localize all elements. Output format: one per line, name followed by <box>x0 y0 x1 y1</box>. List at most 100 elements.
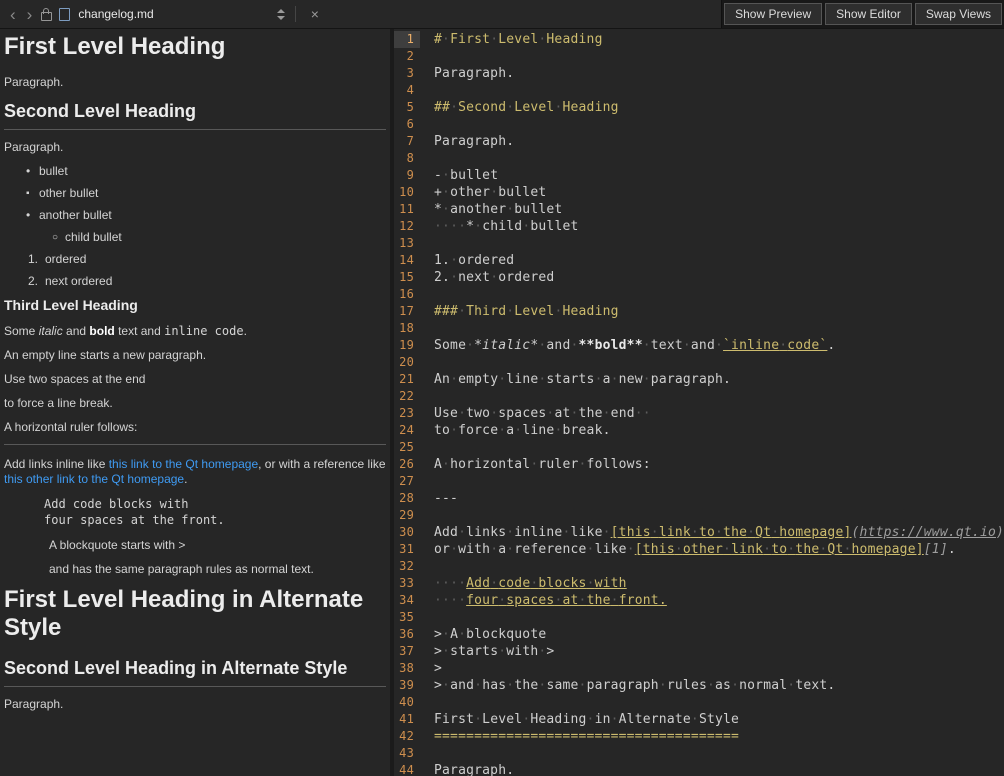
editor-line[interactable]: 2 <box>394 48 1004 65</box>
editor-line[interactable]: 13 <box>394 235 1004 252</box>
editor-line[interactable]: 32 <box>394 558 1004 575</box>
editor-line[interactable]: 27 <box>394 473 1004 490</box>
line-number[interactable]: 17 <box>394 303 420 320</box>
editor-line[interactable]: 4 <box>394 82 1004 99</box>
editor-line[interactable]: 152.·next·ordered <box>394 269 1004 286</box>
line-number[interactable]: 23 <box>394 405 420 422</box>
line-number[interactable]: 10 <box>394 184 420 201</box>
show-editor-button[interactable]: Show Editor <box>825 3 912 25</box>
line-number[interactable]: 2 <box>394 48 420 65</box>
line-number[interactable]: 8 <box>394 150 420 167</box>
editor-line[interactable]: 33····Add·code·blocks·with <box>394 575 1004 592</box>
editor-line[interactable]: 42====================================== <box>394 728 1004 745</box>
line-number[interactable]: 5 <box>394 99 420 116</box>
line-number[interactable]: 42 <box>394 728 420 745</box>
line-number[interactable]: 30 <box>394 524 420 541</box>
editor-line[interactable]: 23Use·two·spaces·at·the·end·· <box>394 405 1004 422</box>
editor-line[interactable]: 29 <box>394 507 1004 524</box>
qt-homepage-link[interactable]: this other link to the Qt homepage <box>4 472 184 486</box>
line-number[interactable]: 15 <box>394 269 420 286</box>
line-number[interactable]: 31 <box>394 541 420 558</box>
editor-line[interactable]: 8 <box>394 150 1004 167</box>
editor-line[interactable]: 11*·another·bullet <box>394 201 1004 218</box>
editor-line[interactable]: 26A·horizontal·ruler·follows: <box>394 456 1004 473</box>
line-number[interactable]: 16 <box>394 286 420 303</box>
markdown-editor-pane[interactable]: 1#·First·Level·Heading23Paragraph.45##·S… <box>394 29 1004 776</box>
editor-line[interactable]: 19Some·*italic*·and·**bold**·text·and·`i… <box>394 337 1004 354</box>
editor-line[interactable]: 25 <box>394 439 1004 456</box>
line-number[interactable]: 32 <box>394 558 420 575</box>
document-tab-title[interactable]: changelog.md <box>78 7 153 21</box>
editor-line[interactable]: 7Paragraph. <box>394 133 1004 150</box>
editor-line[interactable]: 40 <box>394 694 1004 711</box>
line-number[interactable]: 19 <box>394 337 420 354</box>
editor-line[interactable]: 141.·ordered <box>394 252 1004 269</box>
editor-line[interactable]: 9-·bullet <box>394 167 1004 184</box>
document-selector-icon[interactable] <box>277 9 285 20</box>
editor-line[interactable]: 1#·First·Level·Heading <box>394 31 1004 48</box>
editor-line[interactable]: 43 <box>394 745 1004 762</box>
line-number[interactable]: 18 <box>394 320 420 337</box>
line-number[interactable]: 41 <box>394 711 420 728</box>
swap-views-button[interactable]: Swap Views <box>915 3 1002 25</box>
editor-line[interactable]: 36>·A·blockquote <box>394 626 1004 643</box>
line-number[interactable]: 20 <box>394 354 420 371</box>
line-number[interactable]: 26 <box>394 456 420 473</box>
editor-line[interactable]: 37>·starts·with·> <box>394 643 1004 660</box>
editor-line[interactable]: 12····*·child·bullet <box>394 218 1004 235</box>
line-number[interactable]: 12 <box>394 218 420 235</box>
editor-line[interactable]: 17###·Third·Level·Heading <box>394 303 1004 320</box>
line-number[interactable]: 44 <box>394 762 420 776</box>
markdown-preview-pane[interactable]: First Level HeadingParagraph.Second Leve… <box>0 29 390 776</box>
nav-forward-icon[interactable]: › <box>25 6 35 23</box>
line-number[interactable]: 13 <box>394 235 420 252</box>
editor-line[interactable]: 22 <box>394 388 1004 405</box>
editor-line[interactable]: 16 <box>394 286 1004 303</box>
editor-line[interactable]: 35 <box>394 609 1004 626</box>
editor-line[interactable]: 21An·empty·line·starts·a·new·paragraph. <box>394 371 1004 388</box>
editor-line[interactable]: 34····four·spaces·at·the·front. <box>394 592 1004 609</box>
line-number[interactable]: 21 <box>394 371 420 388</box>
editor-line[interactable]: 38> <box>394 660 1004 677</box>
editor-line[interactable]: 5##·Second·Level·Heading <box>394 99 1004 116</box>
editor-line[interactable]: 18 <box>394 320 1004 337</box>
line-number[interactable]: 22 <box>394 388 420 405</box>
line-number[interactable]: 7 <box>394 133 420 150</box>
editor-line[interactable]: 24to·force·a·line·break. <box>394 422 1004 439</box>
line-number[interactable]: 39 <box>394 677 420 694</box>
nav-back-icon[interactable]: ‹ <box>8 6 18 23</box>
editor-line[interactable]: 6 <box>394 116 1004 133</box>
editor-line[interactable]: 3Paragraph. <box>394 65 1004 82</box>
lock-icon[interactable] <box>41 12 52 21</box>
show-preview-button[interactable]: Show Preview <box>724 3 822 25</box>
editor-line[interactable]: 31or·with·a·reference·like·[this·other·l… <box>394 541 1004 558</box>
line-number[interactable]: 4 <box>394 82 420 99</box>
line-number[interactable]: 14 <box>394 252 420 269</box>
line-number[interactable]: 33 <box>394 575 420 592</box>
line-number[interactable]: 38 <box>394 660 420 677</box>
line-number[interactable]: 34 <box>394 592 420 609</box>
document-tab[interactable]: ‹ › changelog.md × <box>0 0 332 28</box>
editor-line[interactable]: 28--- <box>394 490 1004 507</box>
line-number[interactable]: 29 <box>394 507 420 524</box>
line-number[interactable]: 43 <box>394 745 420 762</box>
line-number[interactable]: 11 <box>394 201 420 218</box>
line-number[interactable]: 1 <box>394 31 420 48</box>
line-number[interactable]: 36 <box>394 626 420 643</box>
line-number[interactable]: 40 <box>394 694 420 711</box>
editor-line[interactable]: 30Add·links·inline·like·[this·link·to·th… <box>394 524 1004 541</box>
editor-line[interactable]: 10+·other·bullet <box>394 184 1004 201</box>
line-number[interactable]: 37 <box>394 643 420 660</box>
line-number[interactable]: 6 <box>394 116 420 133</box>
line-number[interactable]: 28 <box>394 490 420 507</box>
line-number[interactable]: 9 <box>394 167 420 184</box>
line-number[interactable]: 27 <box>394 473 420 490</box>
editor-line[interactable]: 39>·and·has·the·same·paragraph·rules·as·… <box>394 677 1004 694</box>
qt-homepage-link[interactable]: this link to the Qt homepage <box>109 457 258 471</box>
line-number[interactable]: 25 <box>394 439 420 456</box>
editor-line[interactable]: 41First·Level·Heading·in·Alternate·Style <box>394 711 1004 728</box>
close-document-icon[interactable]: × <box>306 6 324 22</box>
line-number[interactable]: 35 <box>394 609 420 626</box>
editor-line[interactable]: 20 <box>394 354 1004 371</box>
editor-line[interactable]: 44Paragraph. <box>394 762 1004 776</box>
